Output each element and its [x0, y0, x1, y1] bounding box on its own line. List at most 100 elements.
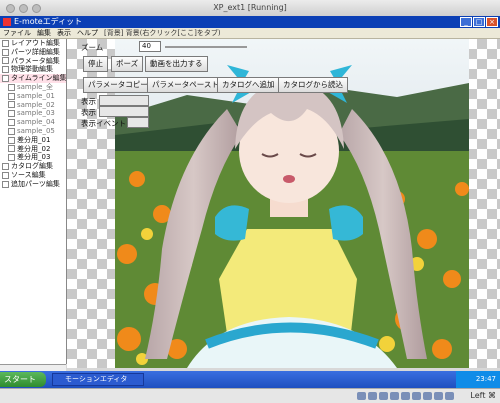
host-window-title: XP_ext1 [Running]: [213, 3, 287, 12]
tree-item[interactable]: sample_05: [0, 127, 66, 136]
tree-expander-icon[interactable]: [2, 75, 9, 83]
zoom-input[interactable]: 40: [139, 41, 161, 52]
tree-item[interactable]: レイアウト編集: [0, 39, 66, 48]
tree-item-label: 物理挙動編集: [11, 65, 53, 74]
catalog-load-button[interactable]: カタログから読込: [278, 77, 348, 93]
network-icon[interactable]: [401, 392, 410, 400]
taskbar-item-motion-editor[interactable]: モーションエディタ: [52, 373, 144, 386]
tree-item-label: sample_05: [17, 126, 55, 135]
usb-icon[interactable]: [379, 392, 388, 400]
tree-item-label: sample_03: [17, 109, 55, 118]
tree-item-label: レイアウト編集: [11, 39, 60, 47]
project-tree[interactable]: レイアウト編集 パーツ詳細編集 パラメータ編集 物理挙動編集 タイムライン編集 sampl…: [0, 39, 67, 364]
start-button[interactable]: スタート: [0, 372, 46, 387]
close-button[interactable]: ×: [486, 17, 498, 27]
host-device-icons: [357, 392, 454, 400]
tree-item[interactable]: sample_03: [0, 109, 66, 118]
field2-input[interactable]: [99, 106, 149, 117]
disk-icon[interactable]: [357, 392, 366, 400]
preview-canvas[interactable]: ズーム 40 停止 ポーズ 動画を出力する パラメータコピー パラメータペースト…: [67, 39, 500, 368]
tree-expander-icon[interactable]: [8, 154, 15, 162]
menu-help[interactable]: ヘルプ: [77, 28, 98, 38]
tree-expander-icon[interactable]: [8, 127, 15, 135]
tree-item-label: 追加パーツ編集: [11, 179, 60, 188]
tree-item[interactable]: カタログ編集: [0, 162, 66, 171]
tree-item-label: ソース編集: [11, 170, 46, 179]
tree-item[interactable]: sample_全: [0, 83, 66, 92]
host-status-bar: Left ⌘: [0, 388, 500, 403]
zoom-label: ズーム: [81, 43, 104, 52]
menu-bar: ファイル 編集 表示 ヘルプ [背景] 背景(右クリック[ここ]をタブ): [0, 28, 500, 39]
host-window-titlebar: XP_ext1 [Running]: [0, 0, 500, 17]
tree-item-label: パーツ詳細編集: [11, 47, 60, 56]
parameter-copy-button[interactable]: パラメータコピー: [83, 77, 153, 93]
tree-expander-icon[interactable]: [2, 39, 9, 47]
tree-item[interactable]: 差分用_01: [0, 136, 66, 145]
field1-input[interactable]: [99, 95, 149, 106]
tree-item[interactable]: 追加パーツ編集: [0, 180, 66, 189]
menu-hint: [背景] 背景(右クリック[ここ]をタブ): [104, 29, 221, 37]
tree-item[interactable]: 差分用_03: [0, 153, 66, 162]
app-window-buttons: _ □ ×: [460, 17, 498, 27]
tree-expander-icon[interactable]: [2, 171, 9, 179]
optical-icon[interactable]: [368, 392, 377, 400]
tree-expander-icon[interactable]: [2, 163, 9, 171]
tree-expander-icon[interactable]: [8, 145, 15, 153]
tree-item[interactable]: sample_01: [0, 92, 66, 101]
tree-item-label: sample_02: [17, 100, 55, 109]
mouse-integration-icon[interactable]: [445, 392, 454, 400]
menu-view[interactable]: 表示: [57, 28, 71, 38]
tree-expander-icon[interactable]: [2, 57, 9, 65]
taskbar-clock: 23:47: [456, 371, 500, 388]
minimize-button[interactable]: _: [460, 17, 472, 27]
tree-expander-icon[interactable]: [8, 101, 15, 109]
record-icon[interactable]: [423, 392, 432, 400]
display-icon[interactable]: [412, 392, 421, 400]
menu-edit[interactable]: 編集: [37, 28, 51, 38]
host-window-controls[interactable]: [6, 4, 41, 13]
field2-label: 表示: [81, 108, 96, 117]
zoom-slider[interactable]: [165, 46, 247, 48]
tree-item[interactable]: sample_04: [0, 118, 66, 127]
tree-item-label: タイムライン編集: [11, 74, 67, 83]
tree-expander-icon[interactable]: [2, 66, 9, 74]
app-titlebar: E-moteエディット _ □ ×: [0, 16, 500, 28]
close-light-icon[interactable]: [6, 4, 15, 13]
tree-item-label: 差分用_01: [17, 135, 51, 144]
audio-icon[interactable]: [434, 392, 443, 400]
tree-item[interactable]: タイムライン編集: [0, 74, 66, 83]
tree-expander-icon[interactable]: [8, 119, 15, 127]
app-icon: [3, 18, 11, 26]
tree-item[interactable]: ソース編集: [0, 171, 66, 180]
field1-label: 表示: [81, 97, 96, 106]
stop-button[interactable]: 停止: [83, 56, 108, 72]
tree-expander-icon[interactable]: [2, 48, 9, 56]
minimize-light-icon[interactable]: [19, 4, 28, 13]
app-title: E-moteエディット: [14, 17, 83, 26]
field3-label: 表示イベント: [81, 119, 126, 128]
tree-item[interactable]: パーツ詳細編集: [0, 48, 66, 57]
taskbar: スタート モーションエディタ 23:47: [0, 371, 500, 388]
tree-item-label: カタログ編集: [11, 162, 53, 171]
tree-expander-icon[interactable]: [2, 180, 9, 188]
catalog-add-button[interactable]: カタログへ追加: [217, 77, 280, 93]
zoom-light-icon[interactable]: [32, 4, 41, 13]
shared-folder-icon[interactable]: [390, 392, 399, 400]
menu-file[interactable]: ファイル: [3, 28, 31, 38]
tree-item-label: sample_04: [17, 118, 55, 127]
tree-item-label: sample_全: [17, 82, 53, 91]
field3-input[interactable]: [127, 117, 149, 128]
parameter-paste-button[interactable]: パラメータペースト: [147, 77, 224, 93]
tree-expander-icon[interactable]: [8, 92, 15, 100]
tree-expander-icon[interactable]: [8, 136, 15, 144]
export-movie-button[interactable]: 動画を出力する: [145, 56, 208, 72]
tree-item-label: sample_01: [17, 91, 55, 100]
tree-item-label: 差分用_03: [17, 153, 51, 162]
pause-button[interactable]: ポーズ: [111, 56, 144, 72]
tree-item[interactable]: 物理挙動編集: [0, 65, 66, 74]
tree-item[interactable]: sample_02: [0, 101, 66, 110]
host-key-label: Left ⌘: [470, 391, 496, 400]
tree-expander-icon[interactable]: [8, 110, 15, 118]
tree-expander-icon[interactable]: [8, 83, 15, 91]
maximize-button[interactable]: □: [473, 17, 485, 27]
